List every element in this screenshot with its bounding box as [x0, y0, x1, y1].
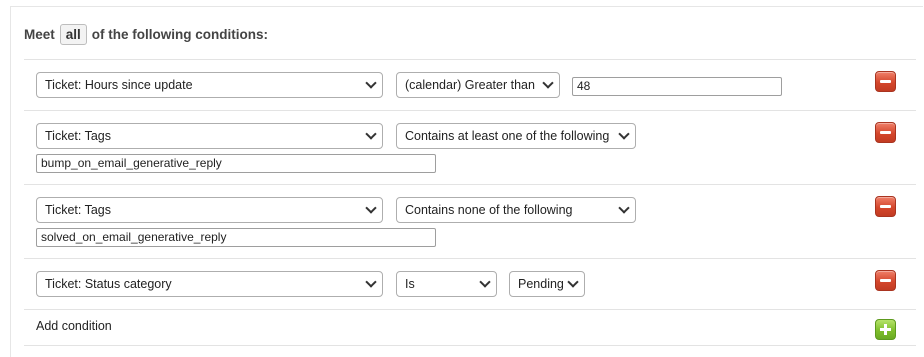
conditions-header: Meet all of the following conditions: — [24, 22, 268, 46]
condition-1-operator-value: (calendar) Greater than — [405, 78, 535, 92]
minus-icon — [880, 131, 891, 134]
minus-icon — [880, 205, 891, 208]
condition-2-field-select[interactable]: Ticket: Tags — [36, 123, 383, 149]
chevron-down-icon — [479, 276, 491, 288]
chevron-down-icon — [542, 77, 554, 89]
condition-1-operator-select[interactable]: (calendar) Greater than — [396, 72, 560, 98]
condition-2-operator-select[interactable]: Contains at least one of the following — [396, 123, 636, 149]
chevron-down-icon — [365, 202, 377, 214]
chevron-down-icon — [618, 202, 630, 214]
match-all-any-toggle[interactable]: all — [59, 23, 87, 45]
condition-4-value-value: Pending — [518, 277, 564, 291]
minus-icon — [880, 279, 891, 282]
divider — [24, 184, 916, 185]
add-condition-label[interactable]: Add condition — [36, 319, 112, 333]
chevron-down-icon — [567, 276, 579, 288]
condition-4-operator-select[interactable]: Is — [396, 271, 497, 297]
condition-2-remove-button[interactable] — [875, 122, 896, 143]
divider — [24, 110, 916, 111]
condition-4-remove-button[interactable] — [875, 270, 896, 291]
divider — [24, 309, 916, 310]
condition-4-field-value: Ticket: Status category — [45, 277, 172, 291]
condition-3-operator-select[interactable]: Contains none of the following — [396, 197, 636, 223]
condition-3-operator-value: Contains none of the following — [405, 203, 573, 217]
header-prefix: Meet — [24, 26, 55, 42]
condition-2-operator-value: Contains at least one of the following — [405, 129, 610, 143]
condition-4-operator-value: Is — [405, 277, 415, 291]
condition-4-field-select[interactable]: Ticket: Status category — [36, 271, 383, 297]
condition-1-value-input[interactable]: 48 — [572, 77, 782, 96]
chevron-down-icon — [365, 276, 377, 288]
divider — [24, 59, 916, 60]
condition-3-field-select[interactable]: Ticket: Tags — [36, 197, 383, 223]
divider — [24, 258, 916, 259]
condition-2-field-value: Ticket: Tags — [45, 129, 111, 143]
condition-3-value-input[interactable]: solved_on_email_generative_reply — [36, 228, 436, 247]
condition-1-field-select[interactable]: Ticket: Hours since update — [36, 72, 383, 98]
condition-3-field-value: Ticket: Tags — [45, 203, 111, 217]
condition-1-remove-button[interactable] — [875, 71, 896, 92]
condition-2-value-input[interactable]: bump_on_email_generative_reply — [36, 154, 436, 173]
chevron-down-icon — [365, 128, 377, 140]
condition-4-value-select[interactable]: Pending — [509, 271, 585, 297]
plus-icon-vertical — [884, 324, 887, 335]
minus-icon — [880, 80, 891, 83]
header-suffix: of the following conditions: — [91, 26, 268, 42]
chevron-down-icon — [618, 128, 630, 140]
condition-1-field-value: Ticket: Hours since update — [45, 78, 193, 92]
condition-3-remove-button[interactable] — [875, 196, 896, 217]
chevron-down-icon — [365, 77, 377, 89]
divider — [24, 345, 916, 346]
add-condition-button[interactable] — [875, 319, 896, 340]
